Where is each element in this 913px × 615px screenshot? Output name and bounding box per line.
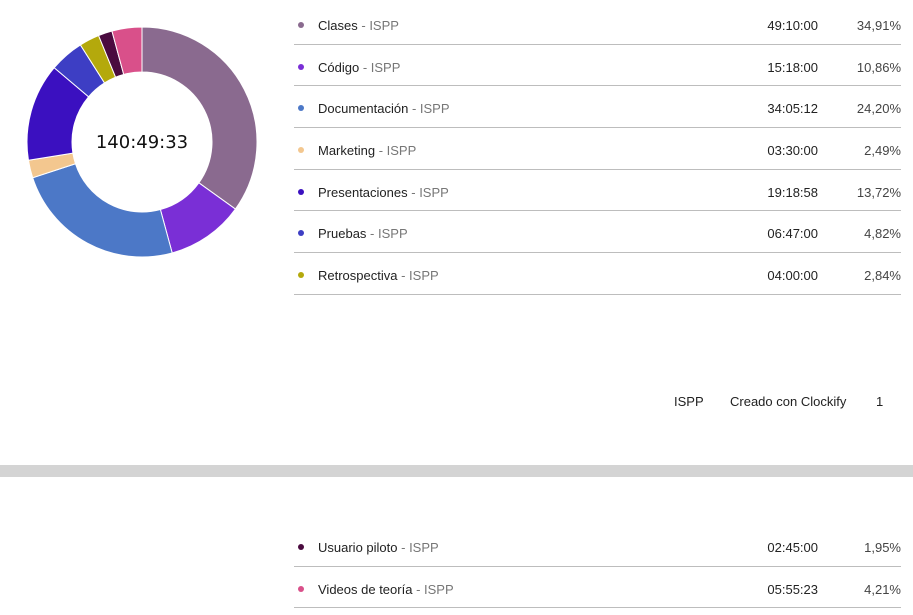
- legend-row: Documentación - ISPP 34:05:12 24,20%: [294, 86, 901, 129]
- task-duration: 49:10:00: [767, 18, 818, 33]
- legend-row: Retrospectiva - ISPP 04:00:00 2,84%: [294, 253, 901, 295]
- task-duration: 05:55:23: [767, 581, 818, 597]
- legend-row: Clases - ISPP 49:10:00 34,91%: [294, 3, 901, 45]
- project-name: ISPP: [370, 59, 401, 75]
- legend-task: Código - ISPP: [318, 60, 400, 75]
- page-separator: [0, 465, 913, 477]
- legend-row: Presentaciones - ISPP 19:18:58 13,72%: [294, 170, 901, 212]
- task-name: Usuario piloto: [318, 540, 398, 555]
- task-name: Videos de teoría: [318, 581, 413, 597]
- project-name: ISPP: [409, 540, 439, 555]
- project-sep: -: [359, 59, 371, 75]
- project-name: ISPP: [386, 143, 417, 159]
- project-sep: -: [375, 143, 387, 159]
- task-name: Marketing: [318, 143, 376, 159]
- project-name: ISPP: [409, 268, 439, 284]
- report-page-2: Usuario piloto - ISPP 02:45:00 1,95% Videos…: [0, 477, 913, 615]
- legend-row: Videos de teoría - ISPP 05:55:23 4,21%: [294, 567, 901, 609]
- legend-task: Pruebas - ISPP: [318, 226, 408, 241]
- legend-dot: [298, 544, 304, 550]
- project-sep: -: [412, 581, 425, 597]
- task-percent: 2,49%: [864, 143, 901, 159]
- report-page-1: 140:49:33 Clases - ISPP 49:10:00 34,91% Cód…: [0, 0, 913, 465]
- legend-dot: [298, 63, 304, 70]
- legend-task: Usuario piloto - ISPP: [318, 540, 439, 555]
- project-sep: -: [366, 226, 378, 242]
- project-name: ISPP: [419, 184, 449, 200]
- legend-row: Usuario piloto - ISPP 02:45:00 1,95%: [294, 525, 901, 567]
- project-sep: -: [408, 101, 420, 117]
- project-sep: -: [397, 540, 410, 555]
- task-name: Pruebas: [318, 226, 367, 242]
- task-duration: 03:30:00: [767, 143, 818, 159]
- legend-dot: [298, 188, 304, 195]
- footer-created-with: Creado con Clockify: [730, 394, 847, 409]
- legend-dot: [298, 22, 304, 28]
- footer-page-number: 1: [876, 394, 884, 409]
- task-percent: 34,91%: [856, 18, 901, 33]
- legend-dot: [298, 230, 304, 237]
- legend-task: Marketing - ISPP: [318, 143, 416, 158]
- legend-dot: [298, 272, 304, 279]
- project-name: ISPP: [369, 18, 399, 33]
- legend-row: Pruebas - ISPP 06:47:00 4,82%: [294, 211, 901, 254]
- legend-dot: [298, 147, 304, 154]
- legend-row: Código - ISPP 15:18:00 10,86%: [294, 45, 901, 87]
- legend-list-continued: Usuario piloto - ISPP 02:45:00 1,95% Videos…: [294, 525, 901, 609]
- task-name: Documentación: [318, 101, 409, 117]
- legend-task: Documentación - ISPP: [318, 101, 450, 116]
- task-duration: 04:00:00: [767, 268, 818, 284]
- legend-dot: [298, 585, 304, 592]
- project-name: ISPP: [377, 226, 408, 242]
- legend-task: Retrospectiva - ISPP: [318, 268, 439, 283]
- legend-list: Clases - ISPP 49:10:00 34,91% Código - ISPP…: [294, 3, 901, 295]
- task-percent: 24,20%: [856, 101, 901, 117]
- task-name: Retrospectiva: [318, 268, 398, 284]
- project-name: ISPP: [419, 101, 450, 117]
- project-name: ISPP: [424, 581, 454, 597]
- task-name: Clases: [318, 18, 358, 33]
- legend-task: Presentaciones - ISPP: [318, 185, 449, 200]
- footer-workspace: ISPP: [674, 394, 704, 409]
- task-percent: 10,86%: [856, 59, 901, 75]
- task-name: Presentaciones: [318, 184, 408, 200]
- task-percent: 4,21%: [864, 581, 901, 597]
- legend-task: Clases - ISPP: [318, 18, 399, 33]
- project-sep: -: [407, 184, 420, 200]
- task-duration: 15:18:00: [767, 59, 818, 75]
- total-duration: 140:49:33: [95, 131, 189, 153]
- task-percent: 13,72%: [856, 184, 901, 200]
- task-duration: 34:05:12: [767, 101, 818, 117]
- legend-task: Videos de teoría - ISPP: [318, 582, 454, 597]
- project-sep: -: [397, 268, 410, 284]
- task-duration: 02:45:00: [767, 540, 818, 555]
- task-duration: 19:18:58: [767, 184, 818, 200]
- task-percent: 4,82%: [864, 226, 901, 242]
- task-name: Código: [318, 59, 360, 75]
- legend-row: Marketing - ISPP 03:30:00 2,49%: [294, 128, 901, 170]
- legend-dot: [298, 105, 304, 112]
- task-percent: 1,95%: [864, 540, 901, 555]
- project-sep: -: [357, 18, 370, 33]
- task-percent: 2,84%: [864, 268, 901, 284]
- task-duration: 06:47:00: [767, 226, 818, 242]
